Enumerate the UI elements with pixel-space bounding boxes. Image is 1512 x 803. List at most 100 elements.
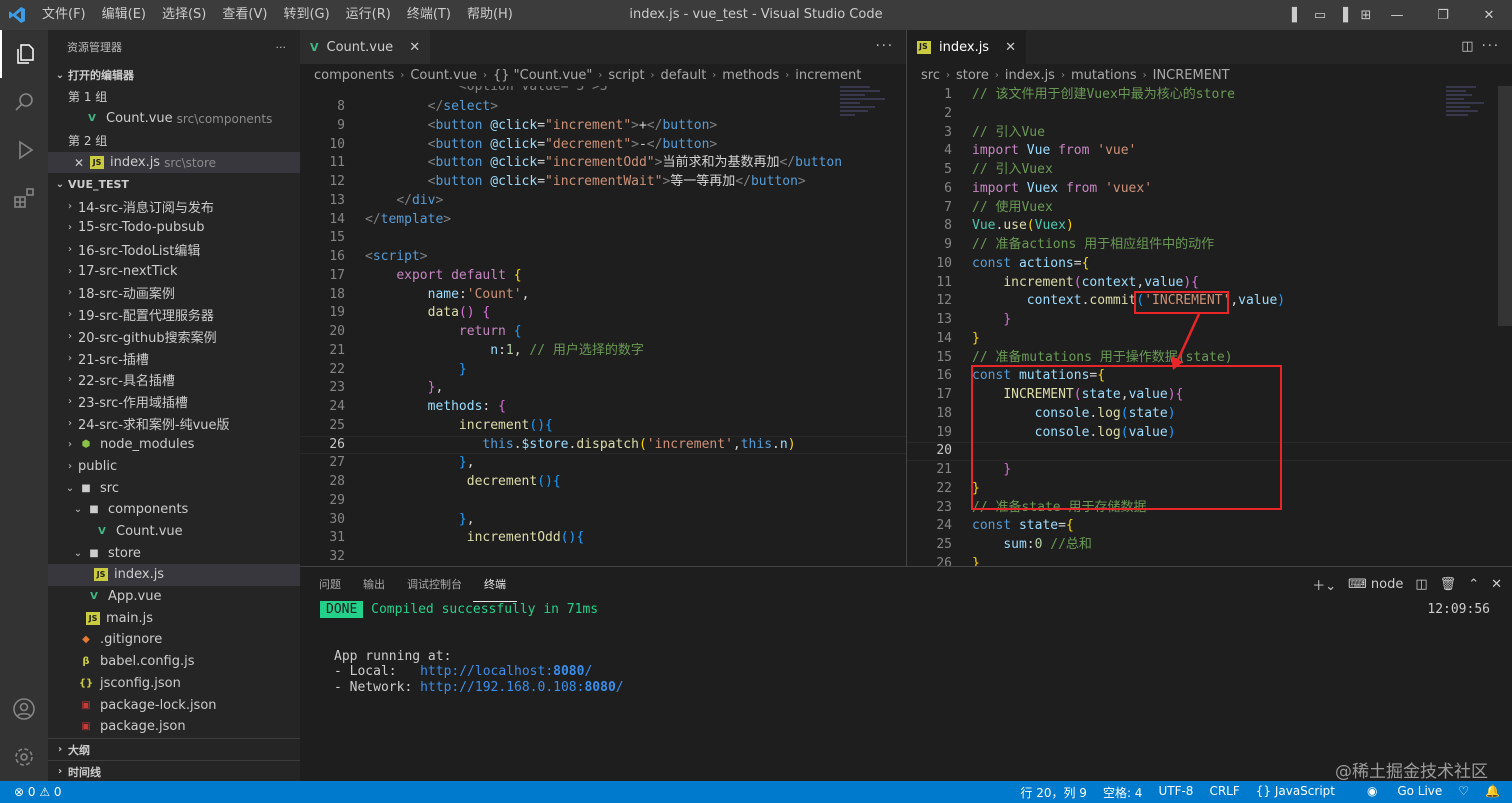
open-editors-header[interactable]: ⌄ 打开的编辑器 xyxy=(48,64,300,86)
trash-icon[interactable]: 🗑 xyxy=(1440,577,1457,592)
tree-item[interactable]: {} jsconfig.json xyxy=(48,673,300,695)
outline-header[interactable]: › 大纲 xyxy=(48,738,300,760)
tree-item[interactable]: ⌄ ■ store xyxy=(48,542,300,564)
breadcrumb-item[interactable]: store xyxy=(956,68,989,83)
tree-item[interactable]: JS index.js xyxy=(48,564,300,586)
terminal-shell-icon[interactable]: ⌨ xyxy=(1348,577,1367,592)
tree-item[interactable]: › 18-src-动画案例 xyxy=(48,282,300,304)
tree-item[interactable]: › 16-src-TodoList编辑 xyxy=(48,239,300,261)
menu-item-2[interactable]: 选择(S) xyxy=(154,0,214,30)
minimize-button[interactable]: — xyxy=(1374,8,1420,23)
terminal-output[interactable]: 12:09:56 DONE Compiled successfully in 7… xyxy=(300,601,1512,695)
network-url[interactable]: http://192.168.0.108:8080/ xyxy=(420,680,624,695)
notifications-bell-icon[interactable]: 🔔 xyxy=(1485,784,1500,801)
language-mode[interactable]: {} JavaScript xyxy=(1256,784,1335,801)
local-url[interactable]: http://localhost:8080/ xyxy=(420,664,592,679)
breadcrumb-item[interactable]: default xyxy=(661,68,707,83)
tree-item[interactable]: › 23-src-作用域插槽 xyxy=(48,391,300,413)
more-actions-icon[interactable]: ··· xyxy=(276,41,287,54)
tree-item[interactable]: ⌄ ■ components xyxy=(48,499,300,521)
tree-item[interactable]: › ⬢ node_modules xyxy=(48,434,300,456)
open-editor-index-js[interactable]: ✕ JS index.js src\store xyxy=(48,151,300,174)
tree-item[interactable]: ▣ package-lock.json xyxy=(48,694,300,716)
breadcrumb-item[interactable]: index.js xyxy=(1005,68,1055,83)
feedback-icon[interactable]: ♡ xyxy=(1458,784,1469,801)
timeline-header[interactable]: › 时间线 xyxy=(48,760,300,782)
new-terminal-icon[interactable]: ＋⌄ xyxy=(1312,575,1336,594)
problems-indicator[interactable]: ⊗ 0 ⚠ 0 xyxy=(0,785,62,799)
tab-index-js[interactable]: JS index.js ✕ xyxy=(907,30,1027,64)
tree-item[interactable]: β babel.config.js xyxy=(48,651,300,673)
maximize-button[interactable]: ❐ xyxy=(1420,8,1466,23)
customize-layout-icon[interactable]: ⊞ xyxy=(1358,8,1374,23)
toggle-secondary-sidebar-icon[interactable]: ▐ xyxy=(1335,8,1351,23)
tree-item[interactable]: › 17-src-nextTick xyxy=(48,260,300,282)
terminal-shell-name[interactable]: node xyxy=(1371,577,1403,592)
tree-item[interactable]: › 21-src-插槽 xyxy=(48,347,300,369)
toggle-sidebar-icon[interactable]: ▌ xyxy=(1289,8,1305,23)
breadcrumb-item[interactable]: {} "Count.vue" xyxy=(493,68,592,83)
tree-item[interactable]: › 24-src-求和案例-纯vue版 xyxy=(48,412,300,434)
tree-item[interactable]: › public xyxy=(48,456,300,478)
encoding[interactable]: UTF-8 xyxy=(1158,784,1193,801)
split-terminal-icon[interactable]: ◫ xyxy=(1415,577,1427,592)
menu-item-7[interactable]: 帮助(H) xyxy=(459,0,521,30)
menu-item-0[interactable]: 文件(F) xyxy=(34,0,94,30)
panel-tab-0[interactable]: 问题 xyxy=(308,567,352,602)
close-panel-icon[interactable]: ✕ xyxy=(1491,577,1502,592)
code-area[interactable]: <option value="3">3 8 </select> 9 <button … xyxy=(300,86,906,567)
explorer-icon[interactable] xyxy=(0,30,48,78)
search-icon[interactable] xyxy=(0,78,48,126)
breadcrumb-item[interactable]: increment xyxy=(795,68,861,83)
run-debug-icon[interactable] xyxy=(0,126,48,174)
extensions-icon[interactable] xyxy=(0,174,48,222)
menu-item-1[interactable]: 编辑(E) xyxy=(94,0,154,30)
menu-item-3[interactable]: 查看(V) xyxy=(214,0,275,30)
close-tab-icon[interactable]: ✕ xyxy=(1005,40,1016,55)
breadcrumb-item[interactable]: script xyxy=(608,68,644,83)
menu-item-5[interactable]: 运行(R) xyxy=(338,0,399,30)
scrollbar[interactable] xyxy=(1498,86,1512,326)
close-window-button[interactable]: ✕ xyxy=(1466,8,1512,23)
menu-item-4[interactable]: 转到(G) xyxy=(275,0,337,30)
open-editor-count-vue[interactable]: V Count.vue src\components xyxy=(48,108,300,130)
tree-item[interactable]: ⌄ ■ src xyxy=(48,477,300,499)
close-tab-icon[interactable]: ✕ xyxy=(409,40,420,55)
close-icon[interactable]: ✕ xyxy=(72,156,86,170)
tree-item[interactable]: ▣ package.json xyxy=(48,716,300,738)
maximize-panel-icon[interactable]: ⌃ xyxy=(1468,577,1479,592)
panel-tab-2[interactable]: 调试控制台 xyxy=(396,567,473,602)
tree-item[interactable]: › 15-src-Todo-pubsub xyxy=(48,217,300,239)
tree-item[interactable]: V Count.vue xyxy=(48,521,300,543)
tree-item[interactable]: V App.vue xyxy=(48,586,300,608)
chevron-right-icon: › xyxy=(68,330,72,342)
go-live-button[interactable]: ◉ Go Live xyxy=(1351,784,1442,801)
tree-item[interactable]: › 14-src-消息订阅与发布 xyxy=(48,195,300,217)
breadcrumb-item[interactable]: methods xyxy=(722,68,779,83)
manage-gear-icon[interactable] xyxy=(0,733,48,781)
toggle-panel-icon[interactable]: ▭ xyxy=(1312,8,1328,23)
minimap[interactable] xyxy=(840,86,892,186)
minimap[interactable] xyxy=(1446,86,1498,186)
breadcrumb-item[interactable]: mutations xyxy=(1071,68,1137,83)
menu-item-6[interactable]: 终端(T) xyxy=(399,0,459,30)
line-ending[interactable]: CRLF xyxy=(1209,784,1239,801)
breadcrumb-item[interactable]: components xyxy=(314,68,394,83)
breadcrumb-item[interactable]: INCREMENT xyxy=(1153,68,1230,83)
tree-item[interactable]: JS main.js xyxy=(48,607,300,629)
tab-count-vue[interactable]: V Count.vue ✕ xyxy=(300,30,432,64)
tree-item[interactable]: › 19-src-配置代理服务器 xyxy=(48,304,300,326)
cursor-position[interactable]: 行 20，列 9 xyxy=(1020,784,1087,801)
tree-item[interactable]: › 20-src-github搜索案例 xyxy=(48,326,300,348)
project-header[interactable]: ⌄ VUE_TEST xyxy=(48,173,300,195)
account-icon[interactable] xyxy=(0,685,48,733)
panel-tab-1[interactable]: 输出 xyxy=(352,567,396,602)
panel-tab-3[interactable]: 终端 xyxy=(473,567,517,602)
breadcrumb-item[interactable]: src xyxy=(921,68,940,83)
indentation[interactable]: 空格: 4 xyxy=(1103,784,1143,801)
split-editor-icon[interactable]: ◫ ··· xyxy=(1461,30,1500,64)
tree-item[interactable]: › 22-src-具名插槽 xyxy=(48,369,300,391)
editor-more-icon[interactable]: ··· xyxy=(876,30,894,64)
breadcrumb-item[interactable]: Count.vue xyxy=(410,68,477,83)
tree-item[interactable]: ◆ .gitignore xyxy=(48,629,300,651)
